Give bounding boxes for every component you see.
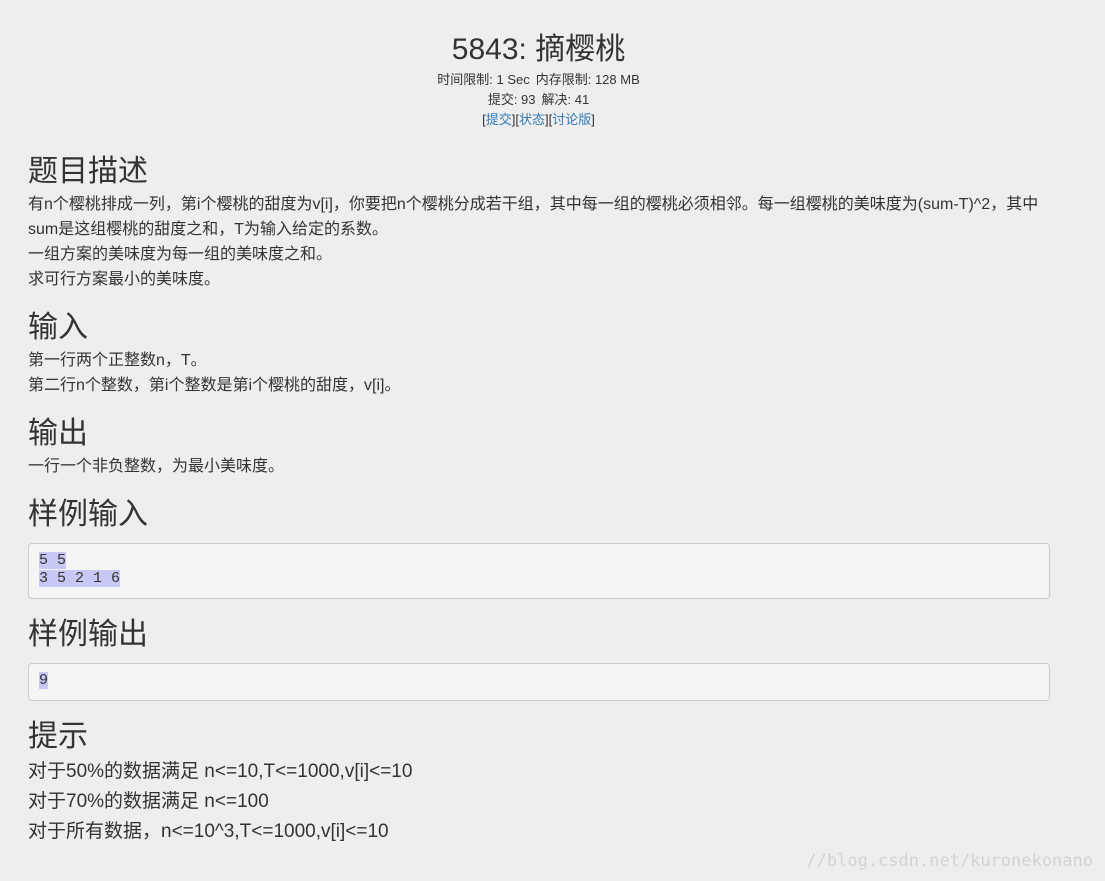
sample-input-section: 样例输入 5 5 3 5 2 1 6 (28, 495, 1050, 599)
discuss-link[interactable]: 讨论版 (552, 112, 591, 127)
output-heading: 输出 (28, 417, 88, 450)
solve-count: 解决: 41 (541, 92, 590, 107)
hint-heading: 提示 (28, 720, 88, 753)
submit-count: 提交: 93 (487, 92, 536, 107)
description-line: 一组方案的美味度为每一组的美味度之和。 (28, 246, 333, 263)
description-line: 求可行方案最小的美味度。 (28, 271, 221, 288)
problem-header: 5843: 摘樱桃 时间限制: 1 Sec 内存限制: 128 MB 提交: 93… (0, 30, 1077, 130)
sample-input-code[interactable]: 5 5 3 5 2 1 6 (28, 543, 1050, 599)
watermark: //blog.csdn.net/kuronekonano (806, 851, 1093, 871)
submit-link[interactable]: 提交 (486, 112, 512, 127)
sample-output-section: 样例输出 9 (28, 615, 1050, 701)
page-title: 5843: 摘樱桃 (451, 33, 626, 66)
sample-input-heading: 样例输入 (28, 498, 148, 531)
memory-limit: 内存限制: 128 MB (535, 72, 640, 87)
problem-links: [提交][状态][讨论版] (482, 112, 595, 127)
input-line: 第二行n个整数，第i个整数是第i个樱桃的甜度，v[i]。 (28, 377, 401, 394)
input-line: 第一行两个正整数n，T。 (28, 352, 207, 369)
hint-line: 对于50%的数据满足 n<=10,T<=1000,v[i]<=10 (28, 761, 413, 782)
description-heading: 题目描述 (28, 155, 148, 188)
sample-output-code[interactable]: 9 (28, 663, 1050, 701)
output-line: 一行一个非负整数，为最小美味度。 (28, 458, 285, 475)
problem-content: 题目描述 有n个樱桃排成一列，第i个樱桃的甜度为v[i]，你要把n个樱桃分成若干… (28, 152, 1050, 863)
hint-line: 对于70%的数据满足 n<=100 (28, 791, 269, 812)
sample-output-heading: 样例输出 (28, 618, 148, 651)
sample-output-line: 9 (39, 672, 49, 689)
output-section: 输出 一行一个非负整数，为最小美味度。 (28, 414, 1050, 479)
input-section: 输入 第一行两个正整数n，T。 第二行n个整数，第i个整数是第i个樱桃的甜度，v… (28, 308, 1050, 398)
stats-line: 提交: 93 解决: 41 (0, 90, 1077, 110)
description-line: 有n个樱桃排成一列，第i个樱桃的甜度为v[i]，你要把n个樱桃分成若干组，其中每… (28, 196, 1039, 238)
hint-line: 对于所有数据，n<=10^3,T<=1000,v[i]<=10 (28, 821, 389, 842)
input-heading: 输入 (28, 311, 88, 344)
sample-input-line: 5 5 (39, 552, 67, 569)
hint-section: 提示 对于50%的数据满足 n<=10,T<=1000,v[i]<=10 对于7… (28, 717, 1050, 847)
time-limit: 时间限制: 1 Sec (437, 72, 530, 87)
status-link[interactable]: 状态 (519, 112, 545, 127)
description-section: 题目描述 有n个樱桃排成一列，第i个樱桃的甜度为v[i]，你要把n个樱桃分成若干… (28, 152, 1050, 292)
sample-input-line: 3 5 2 1 6 (39, 570, 121, 587)
limits-line: 时间限制: 1 Sec 内存限制: 128 MB (0, 70, 1077, 90)
